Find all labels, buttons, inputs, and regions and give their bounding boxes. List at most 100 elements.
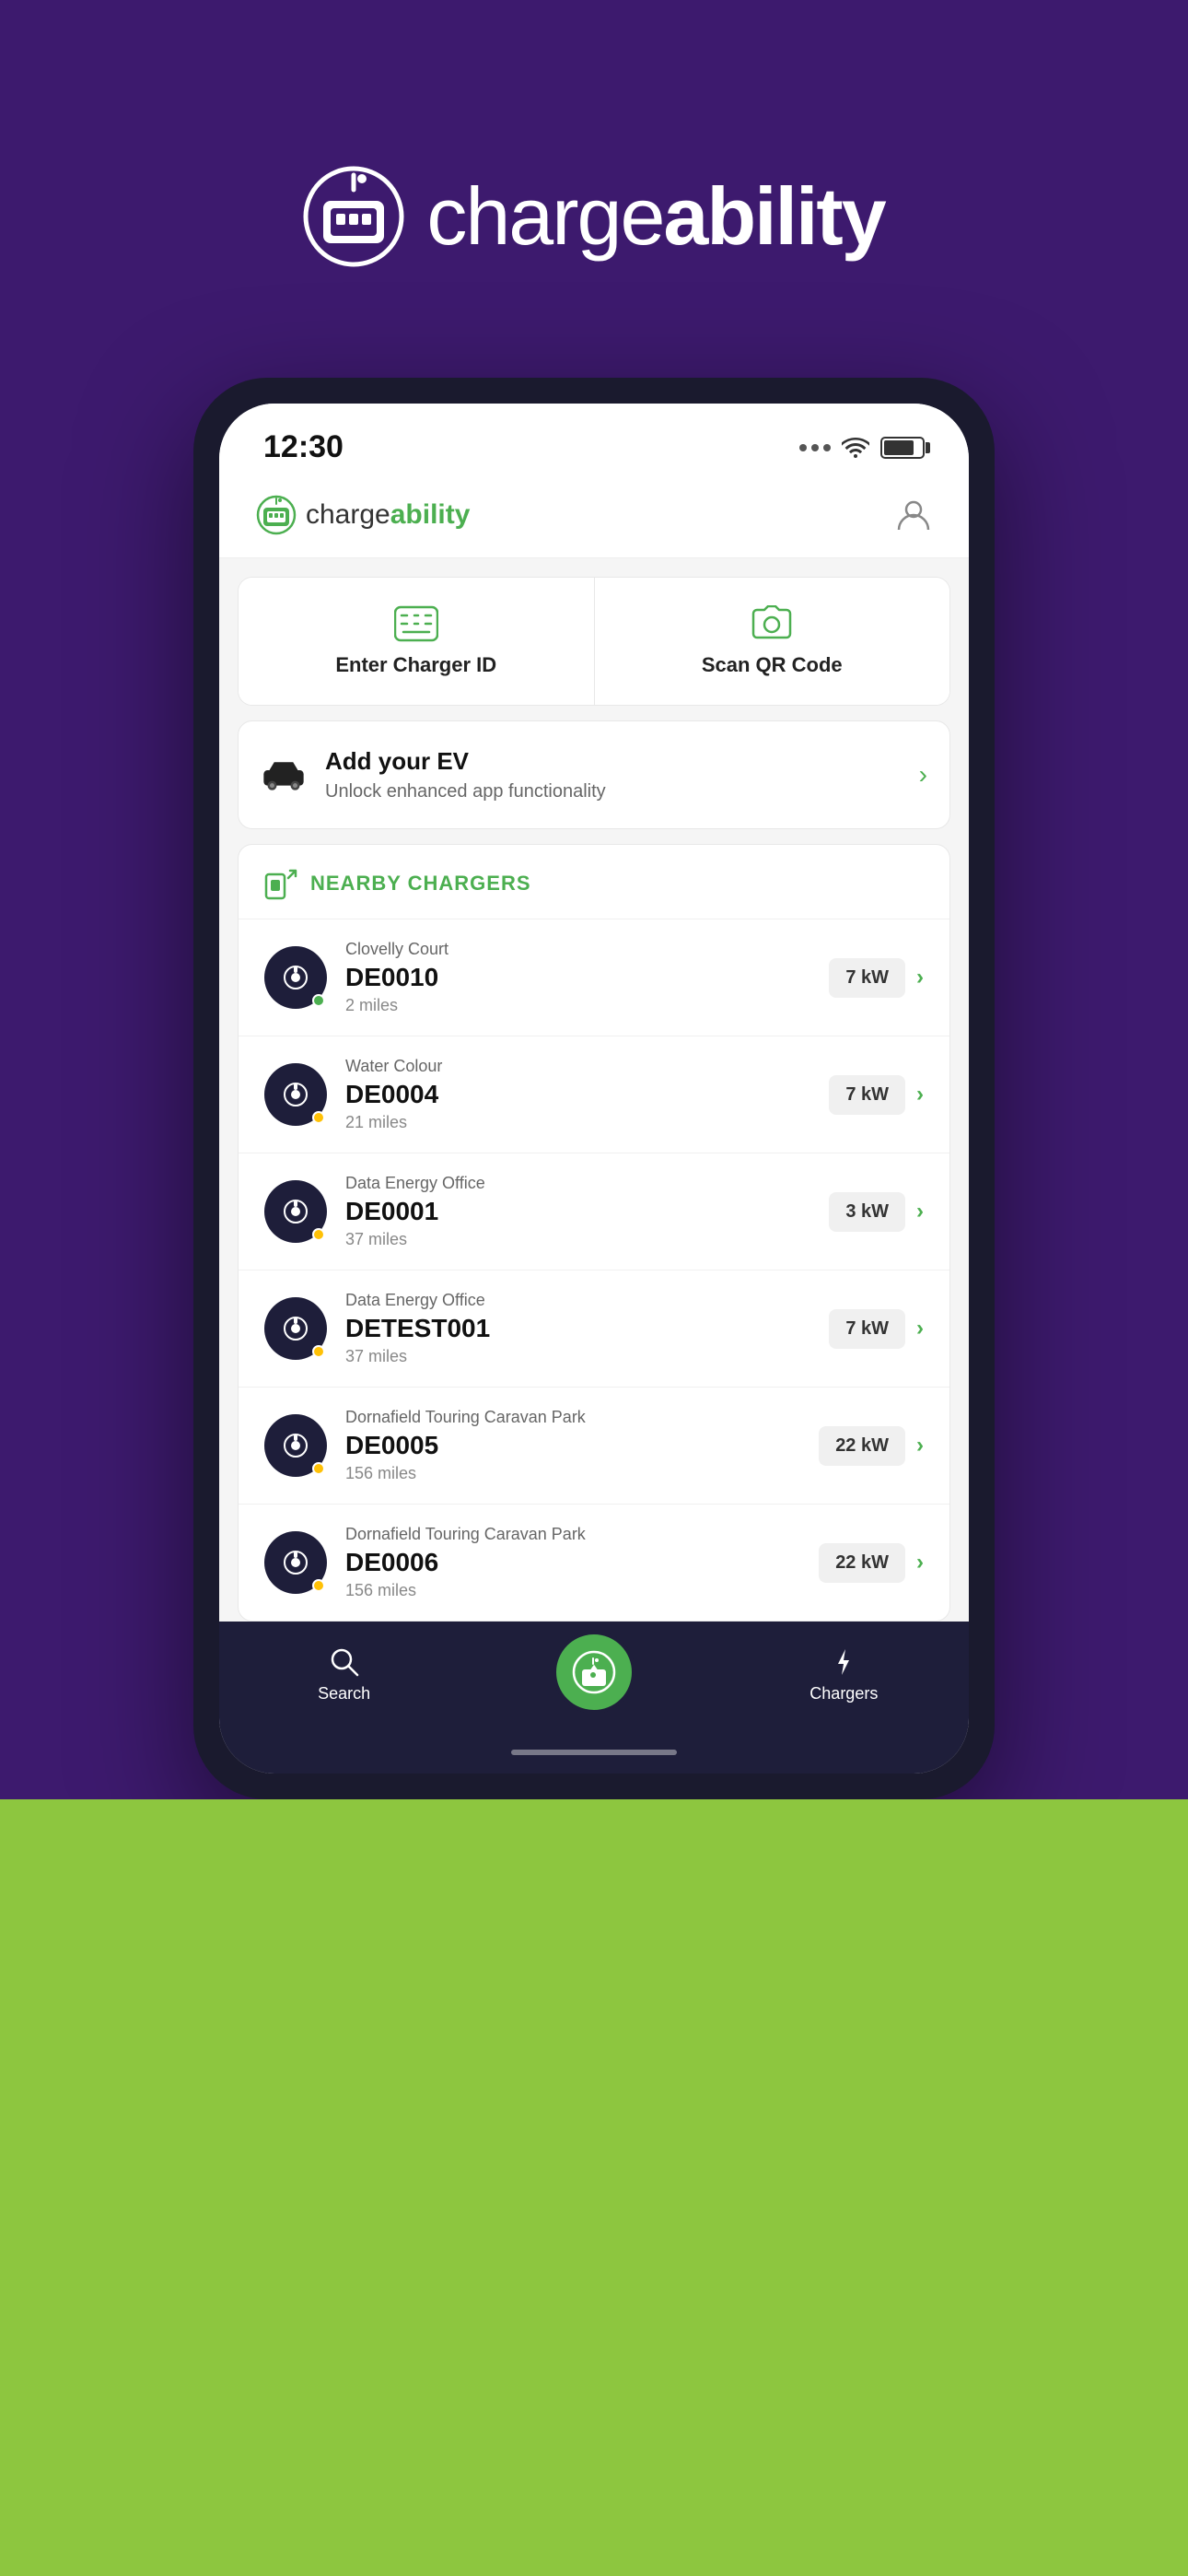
status-indicator	[312, 1228, 325, 1241]
power-badge: 22 kW	[819, 1426, 905, 1466]
charger-avatar	[264, 1414, 327, 1477]
power-badge: 3 kW	[829, 1192, 905, 1232]
plug-icon	[279, 1429, 312, 1462]
signal-dots	[799, 444, 831, 451]
charger-avatar	[264, 1297, 327, 1360]
search-nav-label: Search	[318, 1684, 370, 1704]
charger-location: Data Energy Office	[345, 1174, 810, 1193]
dot-3	[823, 444, 831, 451]
charger-id: DE0004	[345, 1080, 810, 1109]
phone-screen: 12:30	[219, 404, 969, 1774]
charger-chevron: ›	[916, 965, 924, 990]
charger-id: DE0006	[345, 1548, 800, 1577]
nav-search[interactable]: Search	[219, 1636, 469, 1713]
charger-location: Dornafield Touring Caravan Park	[345, 1525, 800, 1544]
bottom-nav: Search Chargers	[219, 1622, 969, 1739]
green-strip	[0, 1799, 1188, 2576]
power-badge: 7 kW	[829, 958, 905, 998]
charger-power: 22 kW ›	[819, 1543, 924, 1583]
charger-chevron: ›	[916, 1199, 924, 1224]
nearby-title: NEARBY CHARGERS	[310, 872, 531, 896]
home-nav-button[interactable]	[553, 1631, 635, 1714]
status-indicator	[312, 1462, 325, 1475]
charger-chevron: ›	[916, 1316, 924, 1341]
battery-fill	[884, 440, 914, 455]
nearby-header: NEARBY CHARGERS	[239, 845, 949, 919]
charger-item[interactable]: Dornafield Touring Caravan Park DE0005 1…	[239, 1387, 949, 1504]
app-logo-text: chargeability	[306, 499, 470, 531]
keyboard-icon	[394, 605, 438, 642]
charger-power: 7 kW ›	[829, 958, 924, 998]
battery-icon	[880, 437, 925, 459]
charger-id: DE0005	[345, 1431, 800, 1460]
charger-info: Data Energy Office DE0001 37 miles	[345, 1174, 810, 1249]
header-area: chargeability	[0, 0, 1188, 378]
charger-station-icon	[264, 867, 297, 900]
charger-location: Data Energy Office	[345, 1291, 810, 1310]
charger-distance: 156 miles	[345, 1464, 800, 1483]
charger-id: DETEST001	[345, 1314, 810, 1343]
brand-logo: chargeability	[303, 166, 884, 267]
phone-mockup: 12:30	[193, 378, 995, 1799]
charger-list: Clovelly Court DE0010 2 miles 7 kW ›	[239, 919, 949, 1621]
app-logo: chargeability	[256, 495, 470, 535]
charger-power: 7 kW ›	[829, 1075, 924, 1115]
scan-qr-label: Scan QR Code	[702, 653, 843, 677]
status-indicator	[312, 1111, 325, 1124]
charger-avatar	[264, 1063, 327, 1126]
status-bar: 12:30	[219, 404, 969, 476]
scan-qr-button[interactable]: Scan QR Code	[595, 578, 950, 705]
ev-text: Add your EV Unlock enhanced app function…	[325, 747, 901, 802]
ev-title: Add your EV	[325, 747, 901, 776]
charger-avatar	[264, 946, 327, 1009]
charger-power: 7 kW ›	[829, 1309, 924, 1349]
home-bar	[511, 1750, 677, 1755]
charger-item[interactable]: Data Energy Office DETEST001 37 miles 7 …	[239, 1270, 949, 1387]
wifi-icon	[842, 437, 869, 459]
charger-info: Water Colour DE0004 21 miles	[345, 1057, 810, 1132]
ev-chevron-right: ›	[919, 760, 927, 790]
charger-distance: 156 miles	[345, 1581, 800, 1600]
dot-2	[811, 444, 819, 451]
plug-icon	[279, 1078, 312, 1111]
charger-location: Clovelly Court	[345, 940, 810, 959]
charger-info: Clovelly Court DE0010 2 miles	[345, 940, 810, 1015]
charger-info: Dornafield Touring Caravan Park DE0005 1…	[345, 1408, 800, 1483]
charger-item[interactable]: Clovelly Court DE0010 2 miles 7 kW ›	[239, 919, 949, 1036]
plug-icon	[279, 1546, 312, 1579]
charger-info: Data Energy Office DETEST001 37 miles	[345, 1291, 810, 1366]
charger-info: Dornafield Touring Caravan Park DE0006 1…	[345, 1525, 800, 1600]
charger-distance: 37 miles	[345, 1230, 810, 1249]
status-indicator	[312, 1579, 325, 1592]
add-ev-banner[interactable]: Add your EV Unlock enhanced app function…	[238, 720, 950, 829]
app-logo-icon	[256, 495, 297, 535]
nearby-chargers-section: NEARBY CHARGERS Clovelly	[238, 844, 950, 1622]
charger-distance: 21 miles	[345, 1113, 810, 1132]
charger-avatar	[264, 1531, 327, 1594]
ev-subtitle: Unlock enhanced app functionality	[325, 781, 901, 802]
plug-icon	[279, 1312, 312, 1345]
power-badge: 7 kW	[829, 1075, 905, 1115]
logo-text: chargeability	[426, 170, 884, 263]
charger-item[interactable]: Data Energy Office DE0001 37 miles 3 kW …	[239, 1153, 949, 1270]
status-indicator	[312, 1345, 325, 1358]
chargers-nav-icon	[827, 1645, 860, 1679]
enter-charger-id-button[interactable]: Enter Charger ID	[239, 578, 595, 705]
charger-item[interactable]: Water Colour DE0004 21 miles 7 kW ›	[239, 1036, 949, 1153]
charger-chevron: ›	[916, 1550, 924, 1575]
status-icons	[799, 437, 925, 459]
app-header: chargeability	[219, 476, 969, 558]
chargers-nav-label: Chargers	[809, 1684, 878, 1704]
nav-chargers[interactable]: Chargers	[719, 1636, 969, 1713]
charger-chevron: ›	[916, 1082, 924, 1107]
enter-charger-id-label: Enter Charger ID	[335, 653, 496, 677]
home-indicator	[219, 1739, 969, 1774]
charger-item[interactable]: Dornafield Touring Caravan Park DE0006 1…	[239, 1504, 949, 1621]
charger-id: DE0001	[345, 1197, 810, 1226]
dot-1	[799, 444, 807, 451]
user-icon[interactable]	[895, 497, 932, 533]
camera-icon	[750, 605, 794, 642]
charger-distance: 37 miles	[345, 1347, 810, 1366]
charger-location: Dornafield Touring Caravan Park	[345, 1408, 800, 1427]
home-nav-icon	[571, 1649, 617, 1695]
